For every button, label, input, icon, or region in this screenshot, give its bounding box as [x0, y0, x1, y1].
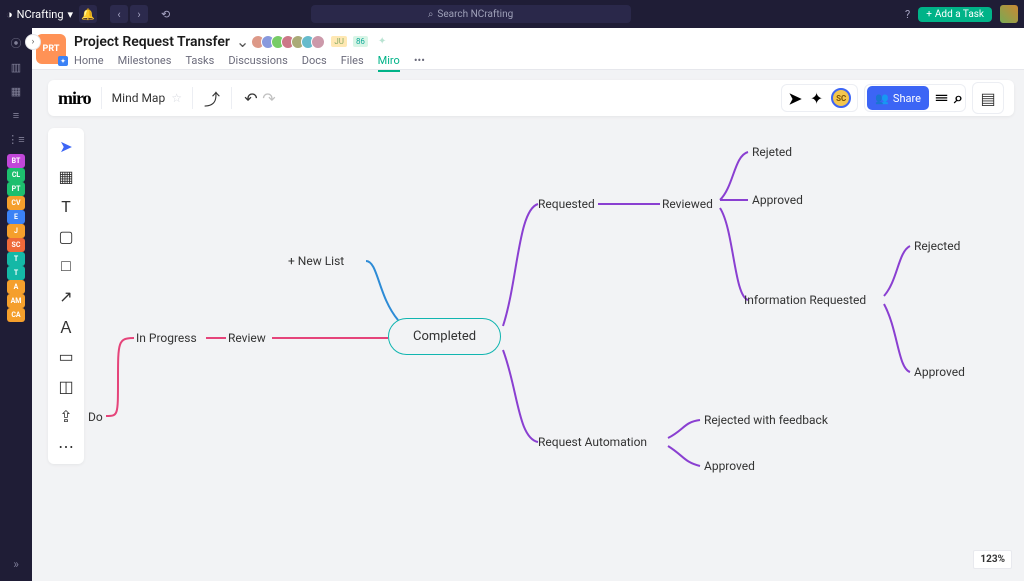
sidebar-expand-toggle[interactable]: › [25, 34, 41, 50]
search-placeholder: Search NCrafting [437, 9, 513, 20]
share-label: Share [893, 92, 921, 105]
workspace-chip[interactable]: CL [7, 168, 25, 182]
nav-back-button[interactable]: ‹ [110, 5, 128, 23]
reactions-icon[interactable]: ✦ [810, 89, 823, 108]
mindmap-node-rejected-feedback[interactable]: Rejected with feedback [704, 413, 828, 427]
board-name[interactable]: Mind Map [112, 91, 166, 105]
project-tabs: Home Milestones Tasks Discussions Docs Files M… [74, 54, 425, 72]
global-search[interactable]: ⌕ Search NCrafting [311, 5, 631, 23]
workspace-chip[interactable]: PT [7, 182, 25, 196]
nav-forward-button[interactable]: › [130, 5, 148, 23]
project-tag: 86 [353, 36, 368, 47]
chevron-down-icon: ▾ [68, 8, 74, 21]
people-icon: 👥 [875, 92, 889, 105]
tab-miro[interactable]: Miro [378, 54, 400, 72]
bell-icon: 🔔 [81, 8, 95, 21]
mindmap-node-rejeted[interactable]: Rejeted [752, 145, 792, 159]
app-logo-icon: ◑ [6, 8, 13, 21]
rail-tasks-icon[interactable]: ⋮≡ [7, 130, 25, 148]
workspace-chip[interactable]: J [7, 224, 25, 238]
undo-icon: ↶ [244, 89, 257, 108]
add-task-button[interactable]: + Add a Task [918, 7, 992, 22]
mindmap-node-info-requested[interactable]: Information Requested [744, 293, 866, 307]
mindmap-node-do[interactable]: Do [88, 410, 103, 424]
mindmap-node-approved-1[interactable]: Approved [752, 193, 803, 207]
workspace-switcher[interactable]: ◑ NCrafting ▾ [6, 8, 73, 21]
mindmap-node-rejected-2[interactable]: Rejected [914, 239, 960, 253]
project-tag: JU [331, 36, 347, 47]
project-avatar-group[interactable] [255, 35, 325, 49]
rail-home-icon[interactable]: ⦿ [7, 34, 25, 52]
miro-toolbar: miro Mind Map ☆ ⤴ ↶ ↷ ➤ ✦ SC 👥 Share 𝍢 ⌕… [48, 80, 1014, 116]
chevron-down-icon[interactable]: ⌄ [236, 32, 249, 51]
star-icon[interactable]: ☆ [171, 91, 182, 105]
notifications-button[interactable]: 🔔 [79, 5, 97, 23]
search-icon[interactable]: ⌕ [954, 88, 963, 108]
mindmap-node-request-automation[interactable]: Request Automation [538, 435, 647, 449]
current-user-avatar[interactable] [1000, 5, 1018, 23]
miro-logo: miro [58, 88, 91, 109]
miro-canvas[interactable]: Do In Progress Review + New List Complet… [48, 120, 1014, 571]
tab-home[interactable]: Home [74, 54, 104, 72]
workspace-chip[interactable]: AM [7, 294, 25, 308]
redo-button[interactable]: ↷ [260, 89, 278, 107]
mindmap-connectors [48, 120, 1014, 571]
workspace-sidebar: ⦿ ▥ ▦ ≡ ⋮≡ BTCLPTCVEJSCTTAAMCA » [0, 28, 32, 581]
project-title: Project Request Transfer [74, 34, 230, 50]
mindmap-node-approved-3[interactable]: Approved [704, 459, 755, 473]
settings-icon[interactable]: 𝍢 [935, 85, 948, 112]
mindmap-node-review[interactable]: Review [228, 331, 266, 345]
mindmap-node-completed[interactable]: Completed [388, 318, 501, 355]
tab-tasks[interactable]: Tasks [185, 54, 214, 72]
workspace-chip[interactable]: A [7, 280, 25, 294]
workspace-chip[interactable]: CA [7, 308, 25, 322]
help-button[interactable]: ? [905, 8, 910, 21]
chevron-right-icon: › [137, 8, 140, 21]
rail-expand-button[interactable]: » [13, 557, 19, 571]
mindmap-node-in-progress[interactable]: In Progress [136, 331, 197, 345]
history-icon: ⟲ [161, 8, 170, 21]
plus-icon: + [926, 9, 932, 20]
tab-docs[interactable]: Docs [302, 54, 327, 72]
rail-list-icon[interactable]: ≡ [7, 106, 25, 124]
tab-discussions[interactable]: Discussions [228, 54, 287, 72]
share-button[interactable]: 👥 Share [867, 86, 929, 110]
search-icon: ⌕ [428, 9, 434, 20]
workspace-chip[interactable]: T [7, 252, 25, 266]
zoom-level[interactable]: 123% [973, 550, 1012, 569]
panel-icon: ▤ [980, 89, 995, 108]
undo-button[interactable]: ↶ [242, 89, 260, 107]
tab-milestones[interactable]: Milestones [118, 54, 172, 72]
mindmap-node-requested[interactable]: Requested [538, 197, 595, 211]
rail-reports-icon[interactable]: ▥ [7, 58, 25, 76]
mindmap-node-new-list[interactable]: + New List [288, 254, 344, 268]
history-button[interactable]: ⟲ [161, 8, 170, 21]
export-button[interactable]: ⤴ [203, 89, 221, 107]
workspace-chip[interactable]: T [7, 266, 25, 280]
workspace-chip[interactable]: CV [7, 196, 25, 210]
workspace-chip[interactable]: BT [7, 154, 25, 168]
upload-icon: ⤴ [204, 86, 220, 110]
presence-avatar[interactable]: SC [831, 88, 851, 108]
top-app-bar: ◑ NCrafting ▾ 🔔 ‹ › ⟲ ⌕ Search NCrafting… [0, 0, 1024, 28]
add-task-label: Add a Task [935, 9, 984, 20]
rail-calendar-icon[interactable]: ▦ [7, 82, 25, 100]
sparkle-icon: ✦ [378, 36, 386, 47]
cursor-icon[interactable]: ➤ [788, 89, 801, 108]
tab-more[interactable]: ••• [414, 54, 425, 72]
panel-toggle-button[interactable]: ▤ [972, 82, 1004, 114]
project-header: PRT Project Request Transfer ⌄ JU 86 ✦ H… [32, 28, 1024, 70]
redo-icon: ↷ [262, 89, 275, 108]
chevron-left-icon: ‹ [117, 8, 120, 21]
workspace-name: NCrafting [17, 8, 64, 21]
mindmap-node-reviewed[interactable]: Reviewed [662, 197, 713, 211]
workspace-chip[interactable]: SC [7, 238, 25, 252]
tab-files[interactable]: Files [341, 54, 364, 72]
workspace-chip[interactable]: E [7, 210, 25, 224]
mindmap-node-approved-2[interactable]: Approved [914, 365, 965, 379]
